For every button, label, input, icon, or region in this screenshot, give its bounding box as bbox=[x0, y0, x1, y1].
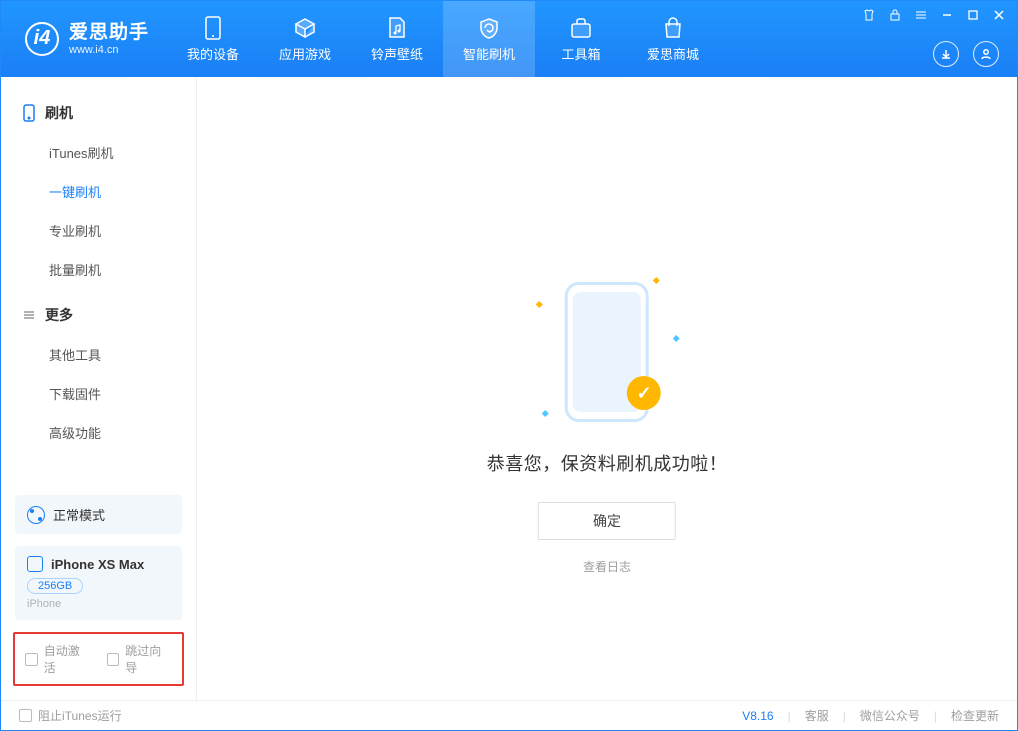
mode-card[interactable]: 正常模式 bbox=[15, 495, 182, 534]
device-card[interactable]: iPhone XS Max 256GB iPhone bbox=[15, 546, 182, 620]
minimize-button[interactable] bbox=[939, 7, 955, 23]
device-storage-badge: 256GB bbox=[27, 578, 83, 594]
sidebar-item-itunes[interactable]: iTunes刷机 bbox=[1, 133, 196, 172]
sidebar-item-advanced[interactable]: 高级功能 bbox=[1, 413, 196, 452]
list-icon bbox=[21, 307, 37, 323]
sidebar-item-batch[interactable]: 批量刷机 bbox=[1, 250, 196, 289]
sidebar-item-pro[interactable]: 专业刷机 bbox=[1, 211, 196, 250]
logo-icon: i4 bbox=[25, 22, 59, 56]
header: i4 爱思助手 www.i4.cn 我的设备 应用游戏 铃声壁纸 智能刷机 工具… bbox=[1, 1, 1017, 77]
footer-link-update[interactable]: 检查更新 bbox=[951, 707, 999, 724]
bag-icon bbox=[661, 16, 685, 40]
device-os: iPhone bbox=[27, 598, 170, 610]
app-logo: i4 爱思助手 www.i4.cn bbox=[1, 22, 167, 56]
cube-icon bbox=[293, 16, 317, 40]
checkbox-block-itunes[interactable]: 阻止iTunes运行 bbox=[19, 707, 122, 724]
sidebar-item-firmware[interactable]: 下载固件 bbox=[1, 374, 196, 413]
tab-store[interactable]: 爱思商城 bbox=[627, 1, 719, 77]
version-label: V8.16 bbox=[742, 709, 773, 723]
device-icon bbox=[201, 16, 225, 40]
music-file-icon bbox=[385, 16, 409, 40]
device-icon bbox=[27, 556, 43, 572]
main-content: ✓ 恭喜您，保资料刷机成功啦！ 确定 查看日志 bbox=[197, 77, 1017, 700]
app-subtitle: www.i4.cn bbox=[69, 44, 149, 57]
toolbox-icon bbox=[569, 16, 593, 40]
app-title: 爱思助手 bbox=[69, 22, 149, 44]
mode-icon bbox=[27, 506, 45, 524]
sidebar-item-other[interactable]: 其他工具 bbox=[1, 335, 196, 374]
tab-flash[interactable]: 智能刷机 bbox=[443, 1, 535, 77]
user-button[interactable] bbox=[973, 41, 999, 67]
maximize-button[interactable] bbox=[965, 7, 981, 23]
menu-icon[interactable] bbox=[913, 7, 929, 23]
options-highlight-box: 自动激活 跳过向导 bbox=[13, 632, 184, 686]
sidebar-section-flash: 刷机 bbox=[1, 93, 196, 133]
window-controls bbox=[861, 7, 1007, 23]
sidebar-section-more: 更多 bbox=[1, 295, 196, 335]
main-tabs: 我的设备 应用游戏 铃声壁纸 智能刷机 工具箱 爱思商城 bbox=[167, 1, 719, 77]
tab-apps[interactable]: 应用游戏 bbox=[259, 1, 351, 77]
refresh-shield-icon bbox=[477, 16, 501, 40]
check-icon: ✓ bbox=[627, 376, 661, 410]
lock-icon[interactable] bbox=[887, 7, 903, 23]
view-log-link[interactable]: 查看日志 bbox=[583, 558, 631, 575]
success-message: 恭喜您，保资料刷机成功啦！ bbox=[487, 450, 728, 476]
checkbox-skip-guide[interactable]: 跳过向导 bbox=[107, 642, 173, 676]
sidebar: 刷机 iTunes刷机 一键刷机 专业刷机 批量刷机 更多 其他工具 下载固件 … bbox=[1, 77, 197, 700]
footer: 阻止iTunes运行 V8.16 | 客服 | 微信公众号 | 检查更新 bbox=[1, 700, 1017, 730]
sidebar-item-onekey[interactable]: 一键刷机 bbox=[1, 172, 196, 211]
tab-toolbox[interactable]: 工具箱 bbox=[535, 1, 627, 77]
tab-device[interactable]: 我的设备 bbox=[167, 1, 259, 77]
confirm-button[interactable]: 确定 bbox=[538, 502, 676, 540]
footer-link-support[interactable]: 客服 bbox=[805, 707, 829, 724]
success-illustration: ✓ bbox=[565, 282, 649, 422]
footer-link-wechat[interactable]: 微信公众号 bbox=[860, 707, 920, 724]
checkbox-auto-activate[interactable]: 自动激活 bbox=[25, 642, 91, 676]
device-name: iPhone XS Max bbox=[51, 557, 144, 572]
download-button[interactable] bbox=[933, 41, 959, 67]
mode-label: 正常模式 bbox=[53, 505, 105, 524]
phone-icon bbox=[21, 105, 37, 121]
close-button[interactable] bbox=[991, 7, 1007, 23]
tab-ringtones[interactable]: 铃声壁纸 bbox=[351, 1, 443, 77]
shirt-icon[interactable] bbox=[861, 7, 877, 23]
